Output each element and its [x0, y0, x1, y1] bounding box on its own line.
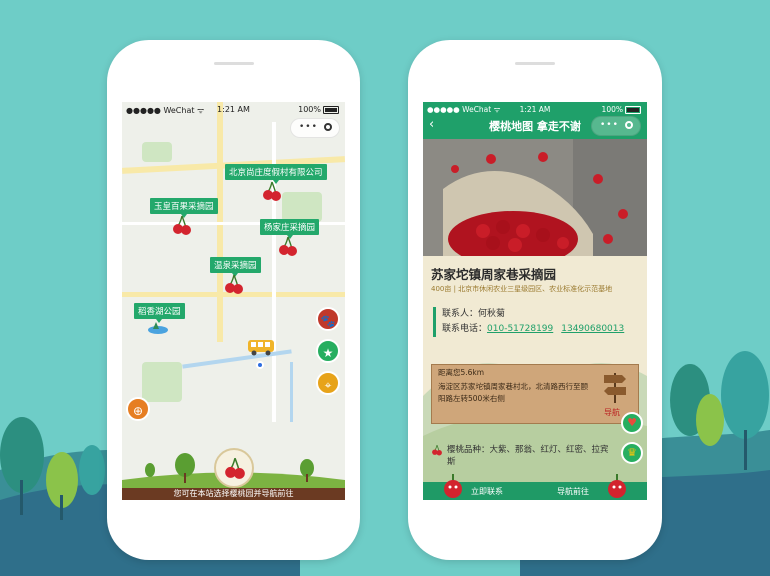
variety-text: 樱桃品种：大紫、那翁、红灯、红密、拉宾斯 — [447, 445, 609, 467]
signpost-icon — [604, 373, 626, 403]
cherry-icon — [225, 457, 245, 479]
bus-icon — [248, 340, 274, 356]
contact-person-row: 联系人：何秋菊 — [442, 309, 506, 319]
map-label[interactable]: 北京尚庄度假村有限公司 — [225, 164, 327, 184]
bottom-hint: 您可在本站选择樱桃园并导航前往 — [122, 488, 345, 500]
nav-signpost-button[interactable]: 导航 — [596, 369, 632, 419]
contact-phone-row: 联系电话：010-51728199 13490680013 — [442, 324, 625, 334]
map-label[interactable]: 温泉采摘园 — [210, 257, 261, 277]
locate-me-button[interactable]: ⊕ — [126, 397, 150, 421]
nav-label: 导航 — [604, 408, 620, 417]
title-bar: ●●●●● WeChat ᯤ 1:21 AM 100% ‹ 樱桃地图 拿走不谢 … — [423, 102, 647, 139]
paw-button[interactable]: 🐾 — [316, 307, 340, 331]
location-icon: ⌖ — [324, 378, 332, 392]
cherry-marker-icon[interactable] — [278, 235, 298, 257]
map-label[interactable]: 杨家庄采摘园 — [260, 219, 320, 239]
more-icon[interactable]: ••• — [600, 120, 619, 130]
more-icon[interactable]: ••• — [299, 122, 318, 132]
map-label[interactable]: 稻香湖公园 — [134, 303, 185, 323]
cherry-marker-icon[interactable] — [224, 273, 244, 295]
star-icon: ★ — [322, 346, 334, 360]
miniprogram-capsule[interactable]: ••• — [290, 118, 340, 138]
speaker — [214, 62, 254, 65]
speaker — [515, 62, 555, 65]
variety-row: 樱桃品种：大紫、那翁、红灯、红密、拉宾斯 — [431, 444, 609, 468]
address-text: 海淀区苏家坨镇周家巷村北，北清路西行至颐阳路左转500米右侧 — [438, 382, 588, 403]
map-river — [290, 362, 293, 422]
map-park — [142, 362, 182, 402]
status-bar: ●●●●● WeChat ᯤ 1:21 AM 100% — [122, 102, 345, 118]
navigate-button[interactable]: 导航前往 — [557, 486, 589, 497]
cherry-marker-icon[interactable] — [172, 214, 192, 236]
cherry-mascot-icon — [608, 473, 626, 498]
right-phone: ●●●●● WeChat ᯤ 1:21 AM 100% ‹ 樱桃地图 拿走不谢 … — [408, 40, 662, 560]
left-screen: ●●●●● WeChat ᯤ 1:21 AM 100% ••• 北京尚庄度假村有… — [122, 102, 345, 500]
map-park — [142, 142, 172, 162]
center-cherry-button[interactable] — [214, 448, 254, 488]
distance-text: 距离您5.6km — [438, 368, 485, 377]
contact-block: 联系人：何秋菊 联系电话：010-51728199 13490680013 — [433, 307, 632, 337]
location-button[interactable]: ⌖ — [316, 371, 340, 395]
cherry-photo — [423, 139, 647, 256]
star-button[interactable]: ★ — [316, 339, 340, 363]
heart-icon: ♥ — [627, 416, 637, 429]
close-icon[interactable] — [625, 121, 633, 129]
trophy-button[interactable]: ♛ — [621, 442, 643, 464]
right-screen: ●●●●● WeChat ᯤ 1:21 AM 100% ‹ 樱桃地图 拿走不谢 … — [423, 102, 647, 500]
trophy-icon: ♛ — [627, 446, 637, 459]
current-location-dot — [256, 361, 264, 369]
locate-me-icon: ⊕ — [132, 404, 144, 418]
footer-bar: 立即联系 导航前往 — [423, 473, 647, 500]
contact-now-button[interactable]: 立即联系 — [471, 486, 503, 497]
park-marker-icon[interactable] — [147, 320, 169, 334]
cherry-icon — [432, 444, 442, 456]
left-phone: ●●●●● WeChat ᯤ 1:21 AM 100% ••• 北京尚庄度假村有… — [107, 40, 360, 560]
battery: 100% — [298, 105, 339, 114]
place-subtitle: 400亩 | 北京市休闲农业三星级园区、农业标准化示范基地 — [431, 285, 613, 293]
battery: 100% — [602, 105, 641, 114]
paw-icon: 🐾 — [320, 314, 336, 328]
phone-link-1[interactable]: 010-51728199 — [487, 324, 553, 334]
address-sign: 距离您5.6km 海淀区苏家坨镇周家巷村北，北清路西行至颐阳路左转500米右侧 … — [431, 364, 639, 424]
cherry-marker-icon[interactable] — [262, 180, 282, 202]
place-name: 苏家坨镇周家巷采摘园 — [431, 267, 557, 282]
heart-button[interactable]: ♥ — [621, 412, 643, 434]
miniprogram-capsule[interactable]: ••• — [591, 116, 641, 136]
map-park — [282, 192, 322, 222]
close-icon[interactable] — [324, 123, 332, 131]
phone-link-2[interactable]: 13490680013 — [561, 324, 624, 334]
map-label[interactable]: 玉皇百果采摘园 — [150, 198, 218, 218]
cherry-mascot-icon — [444, 473, 462, 498]
